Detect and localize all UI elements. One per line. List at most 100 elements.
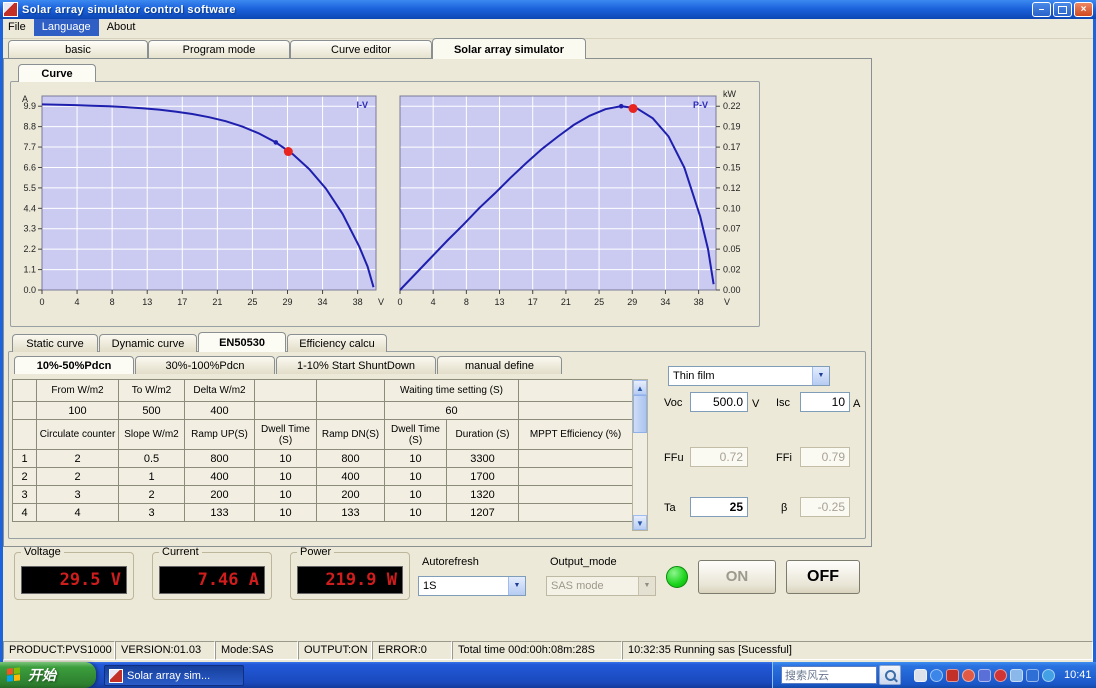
table-cell[interactable]: Delta W/m2 — [184, 379, 255, 402]
table-cell[interactable] — [518, 449, 633, 468]
tab-curve[interactable]: Curve — [18, 64, 96, 82]
table-cell[interactable] — [518, 379, 633, 402]
tray-icon-6[interactable] — [994, 668, 1007, 682]
table-cell[interactable]: 100 — [36, 401, 119, 420]
tray-icon-5[interactable] — [978, 668, 991, 682]
autorefresh-select[interactable]: 1S ▼ — [418, 576, 526, 596]
table-cell[interactable]: 10 — [384, 449, 447, 468]
table-cell[interactable]: 4 — [12, 503, 37, 522]
param-ta-field[interactable] — [690, 497, 748, 517]
table-cell[interactable]: Dwell Time (S) — [254, 419, 317, 450]
table-cell[interactable]: 2 — [12, 467, 37, 486]
table-cell[interactable]: 10 — [384, 467, 447, 486]
table-cell[interactable]: 0.5 — [118, 449, 185, 468]
table-cell[interactable]: 200 — [316, 485, 385, 504]
table-cell[interactable]: 400 — [316, 467, 385, 486]
table-cell[interactable]: 133 — [184, 503, 255, 522]
table-cell[interactable]: 133 — [316, 503, 385, 522]
table-cell[interactable]: 500 — [118, 401, 185, 420]
table-cell[interactable]: 10 — [254, 449, 317, 468]
table-cell[interactable]: 10 — [254, 485, 317, 504]
start-button[interactable]: 开始 — [0, 662, 96, 688]
table-cell[interactable]: To W/m2 — [118, 379, 185, 402]
tray-icon-3[interactable] — [946, 668, 959, 682]
table-cell[interactable]: 200 — [184, 485, 255, 504]
param-isc-field[interactable] — [800, 392, 850, 412]
scroll-thumb[interactable] — [633, 395, 647, 433]
table-cell[interactable]: 10 — [384, 485, 447, 504]
subtab-30-100-pdcn[interactable]: 30%-100%Pdcn — [135, 356, 275, 374]
table-cell[interactable] — [518, 485, 633, 504]
table-cell[interactable]: 3 — [12, 485, 37, 504]
search-icon[interactable] — [879, 665, 901, 685]
table-cell[interactable] — [12, 401, 37, 420]
table-cell[interactable]: 1320 — [446, 485, 519, 504]
table-cell[interactable]: 10 — [384, 503, 447, 522]
table-cell[interactable]: MPPT Efficiency (%) — [518, 419, 633, 450]
table-cell[interactable]: From W/m2 — [36, 379, 119, 402]
minimize-button[interactable]: – — [1032, 2, 1051, 17]
tab-solar-array-simulator[interactable]: Solar array simulator — [432, 38, 586, 59]
table-cell[interactable]: Circulate counter — [36, 419, 119, 450]
table-cell[interactable] — [316, 401, 385, 420]
subtab-1-10-start-shutdown[interactable]: 1-10% Start ShuntDown — [276, 356, 436, 374]
table-cell[interactable]: Waiting time setting (S) — [384, 379, 519, 402]
menu-file[interactable]: File — [0, 19, 34, 36]
table-cell[interactable]: Duration (S) — [446, 419, 519, 450]
table-cell[interactable]: 1 — [12, 449, 37, 468]
table-cell[interactable]: 1207 — [446, 503, 519, 522]
tab-curve-editor[interactable]: Curve editor — [290, 40, 432, 58]
table-cell[interactable]: 400 — [184, 401, 255, 420]
module-type-select[interactable]: Thin film ▼ — [668, 366, 830, 386]
menu-language[interactable]: Language — [33, 19, 99, 36]
table-cell[interactable] — [518, 503, 633, 522]
table-scrollbar[interactable]: ▲ ▼ — [632, 379, 648, 531]
tray-icon-4[interactable] — [962, 668, 975, 682]
tray-icon-2[interactable] — [930, 668, 943, 682]
table-cell[interactable]: Ramp DN(S) — [316, 419, 385, 450]
table-cell[interactable]: 2 — [36, 467, 119, 486]
scroll-down-icon[interactable]: ▼ — [633, 515, 647, 530]
tab-efficiency-calcu[interactable]: Efficiency calcu — [287, 334, 387, 352]
table-cell[interactable]: 10 — [254, 503, 317, 522]
tray-icon-9[interactable] — [1042, 668, 1055, 682]
tab-static-curve[interactable]: Static curve — [12, 334, 98, 352]
table-cell[interactable] — [12, 419, 37, 450]
tray-icon-1[interactable] — [914, 668, 927, 682]
table-cell[interactable] — [254, 379, 317, 402]
chevron-down-icon[interactable]: ▼ — [508, 577, 525, 595]
table-cell[interactable]: 60 — [384, 401, 519, 420]
table-cell[interactable]: 1 — [118, 467, 185, 486]
subtab-manual-define[interactable]: manual define — [437, 356, 562, 374]
chevron-down-icon[interactable]: ▼ — [812, 367, 829, 385]
on-button[interactable]: ON — [698, 560, 776, 594]
param-voc-field[interactable] — [690, 392, 748, 412]
tab-en50530[interactable]: EN50530 — [198, 332, 286, 352]
maximize-button[interactable] — [1053, 2, 1072, 17]
taskbar-task-solar-array[interactable]: Solar array sim... — [104, 665, 244, 686]
table-cell[interactable]: 3 — [36, 485, 119, 504]
table-cell[interactable] — [12, 379, 37, 402]
table-cell[interactable]: 4 — [36, 503, 119, 522]
table-cell[interactable]: 10 — [254, 467, 317, 486]
table-cell[interactable]: 3300 — [446, 449, 519, 468]
en50530-table[interactable]: From W/m2 To W/m2 Delta W/m2 Waiting time s… — [12, 379, 633, 522]
tray-search-input[interactable] — [781, 666, 877, 684]
tray-icon-8[interactable] — [1026, 668, 1039, 682]
tab-program-mode[interactable]: Program mode — [148, 40, 290, 58]
table-cell[interactable]: 3 — [118, 503, 185, 522]
off-button[interactable]: OFF — [786, 560, 860, 594]
table-cell[interactable]: Slope W/m2 — [118, 419, 185, 450]
table-cell[interactable]: 1700 — [446, 467, 519, 486]
table-cell[interactable]: 400 — [184, 467, 255, 486]
table-cell[interactable]: 2 — [36, 449, 119, 468]
close-button[interactable]: × — [1074, 2, 1093, 17]
table-cell[interactable]: Ramp UP(S) — [184, 419, 255, 450]
tray-icon-7[interactable] — [1010, 668, 1023, 682]
table-cell[interactable]: 800 — [184, 449, 255, 468]
table-cell[interactable] — [254, 401, 317, 420]
menu-about[interactable]: About — [99, 19, 144, 36]
subtab-10-50-pdcn[interactable]: 10%-50%Pdcn — [14, 356, 134, 374]
table-cell[interactable]: Dwell Time (S) — [384, 419, 447, 450]
table-cell[interactable]: 800 — [316, 449, 385, 468]
